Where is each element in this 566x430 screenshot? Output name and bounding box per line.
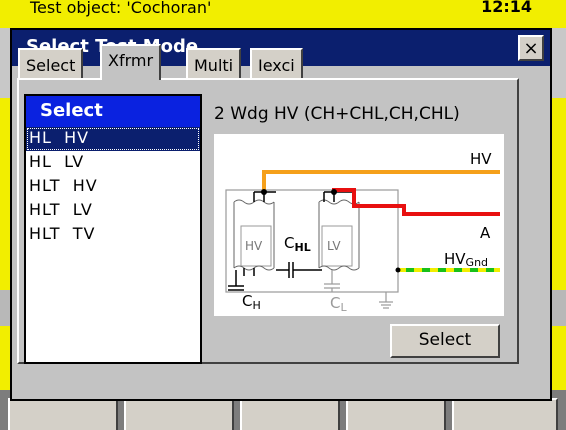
close-button[interactable]: × — [518, 35, 544, 61]
cl-capacitor — [324, 270, 340, 292]
cl-label: CL — [330, 294, 347, 314]
background-button[interactable] — [124, 398, 234, 430]
a-terminal-label: A — [480, 224, 491, 242]
lv-coil: LV — [318, 199, 360, 271]
background-button[interactable] — [452, 398, 558, 430]
test-mode-description: 2 Wdg HV (CH+CHL,CH,CHL) — [214, 104, 460, 124]
tab-iexci[interactable]: Iexci — [250, 48, 303, 78]
list-item[interactable]: HL LV — [26, 151, 200, 175]
background-test-object-title: Test object: 'Cochoran' — [30, 0, 212, 17]
list-item[interactable]: HLT LV — [26, 199, 200, 223]
coil-lv-label: LV — [327, 239, 341, 253]
hv-lead — [262, 170, 500, 192]
chl-label: CHL — [284, 234, 311, 254]
background-button[interactable] — [8, 398, 118, 430]
list-item[interactable]: HLT HV — [26, 175, 200, 199]
close-icon: × — [523, 38, 539, 59]
background-title-bar: Test object: 'Cochoran' 12:14 — [0, 0, 566, 28]
list-item[interactable]: HL HV — [26, 127, 200, 151]
list-header: Select — [26, 96, 200, 127]
tab-select[interactable]: Select — [18, 48, 84, 78]
test-mode-list: Select HL HV HL LV HLT HV HLT LV HLT TV — [24, 94, 202, 364]
hv-coil: HV — [233, 199, 275, 271]
hv-terminal-label: HV — [470, 150, 492, 168]
list-item[interactable]: HLT TV — [26, 223, 200, 247]
hv-gnd-label: HVGnd — [444, 250, 488, 269]
wiring-diagram: HV LV HV A HVGnd CHL CH CL — [214, 134, 504, 316]
tab-xfrmr[interactable]: Xfrmr — [100, 44, 162, 80]
tab-multi[interactable]: Multi — [186, 48, 242, 78]
background-button[interactable] — [346, 398, 446, 430]
background-button[interactable] — [240, 398, 340, 430]
ch-label: CH — [242, 292, 261, 312]
select-button[interactable]: Select — [390, 324, 500, 358]
coil-hv-label: HV — [245, 239, 263, 253]
background-clock: 12:14 — [481, 0, 532, 16]
